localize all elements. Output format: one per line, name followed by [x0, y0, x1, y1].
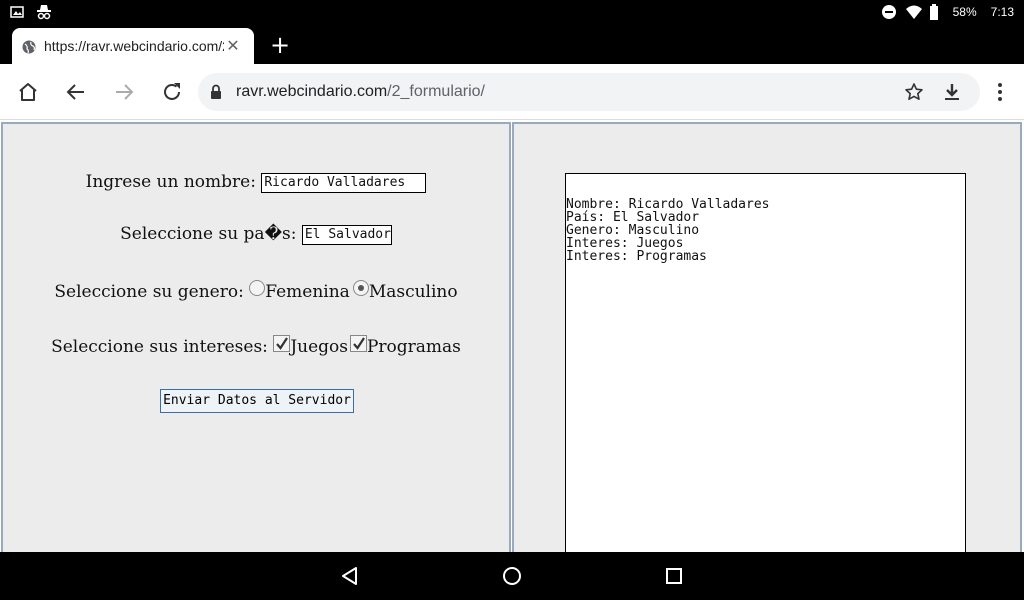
lock-icon[interactable] [210, 84, 224, 100]
country-label: Seleccione su pa�s: [120, 224, 297, 244]
battery-percent: 58% [952, 5, 977, 19]
reload-icon[interactable] [160, 80, 184, 104]
browser-toolbar: ravr.webcindario.com/2_formulario/ [0, 64, 1024, 120]
new-tab-icon[interactable]: + [268, 33, 292, 58]
name-input[interactable]: Ricardo Valladares [261, 172, 427, 193]
server-output: Nombre: Ricardo Valladares País: El Salv… [565, 173, 966, 558]
gender-radio-masculino[interactable] [352, 279, 369, 296]
name-label: Ingrese un nombre: [85, 172, 256, 192]
close-tab-icon[interactable]: ✕ [224, 37, 242, 55]
device-screen: 58% 7:13 https://ravr.webcindario.com/2_… [0, 0, 1024, 600]
do-not-disturb-icon [881, 4, 897, 20]
url-domain: ravr.webcindario.com [236, 83, 388, 100]
incognito-icon [36, 4, 52, 20]
recents-square-icon[interactable] [664, 566, 684, 586]
interest-label-programas: Programas [366, 337, 461, 357]
gender-row: Seleccione su genero: Femenina Masculino [3, 279, 509, 302]
tab-title: https://ravr.webcindario.com/2_formulari… [44, 38, 224, 54]
back-arrow-icon[interactable] [64, 80, 88, 104]
submit-button[interactable]: Enviar Datos al Servidor [160, 389, 354, 413]
status-bar: 58% 7:13 [0, 0, 1024, 26]
gender-label: Seleccione su genero: [54, 282, 244, 302]
globe-icon [22, 39, 36, 54]
country-input[interactable]: El Salvador [301, 224, 392, 245]
gender-radio-femenina[interactable] [249, 279, 266, 296]
battery-icon [929, 4, 945, 20]
browser-tab[interactable]: https://ravr.webcindario.com/2_formulari… [12, 28, 254, 64]
output-line: Interes: Programas [566, 249, 707, 264]
interests-label: Seleccione sus intereses: [51, 337, 268, 357]
home-icon[interactable] [16, 80, 40, 104]
form-frame: Ingrese un nombre: Ricardo Valladares Se… [1, 122, 511, 552]
back-triangle-icon[interactable] [340, 566, 360, 586]
bookmark-star-icon[interactable] [904, 82, 924, 102]
page-content: Ingrese un nombre: Ricardo Valladares Se… [0, 120, 1024, 558]
forward-arrow-icon[interactable] [112, 80, 136, 104]
more-menu-icon[interactable] [990, 80, 1010, 104]
address-bar[interactable]: ravr.webcindario.com/2_formulario/ [198, 73, 980, 111]
home-circle-icon[interactable] [502, 566, 522, 586]
interest-checkbox-juegos[interactable] [273, 335, 291, 352]
tab-strip: https://ravr.webcindario.com/2_formulari… [0, 26, 1024, 64]
clock: 7:13 [990, 5, 1014, 19]
interest-checkbox-programas[interactable] [349, 335, 367, 352]
country-row: Seleccione su pa�s: El Salvador [3, 224, 509, 245]
gender-option-femenina: Femenina [265, 282, 350, 302]
navigation-bar [0, 552, 1024, 600]
wifi-icon [905, 4, 922, 20]
image-icon [10, 4, 26, 20]
url-path: /2_formulario/ [387, 83, 485, 100]
result-frame: Nombre: Ricardo Valladares País: El Salv… [512, 122, 1022, 558]
name-row: Ingrese un nombre: Ricardo Valladares [3, 172, 509, 193]
url-text[interactable]: ravr.webcindario.com/2_formulario/ [236, 83, 485, 101]
interest-label-juegos: Juegos [290, 337, 348, 357]
download-icon[interactable] [942, 82, 962, 102]
gender-option-masculino: Masculino [368, 282, 458, 302]
interests-row: Seleccione sus intereses: Juegos Programa… [3, 335, 509, 357]
